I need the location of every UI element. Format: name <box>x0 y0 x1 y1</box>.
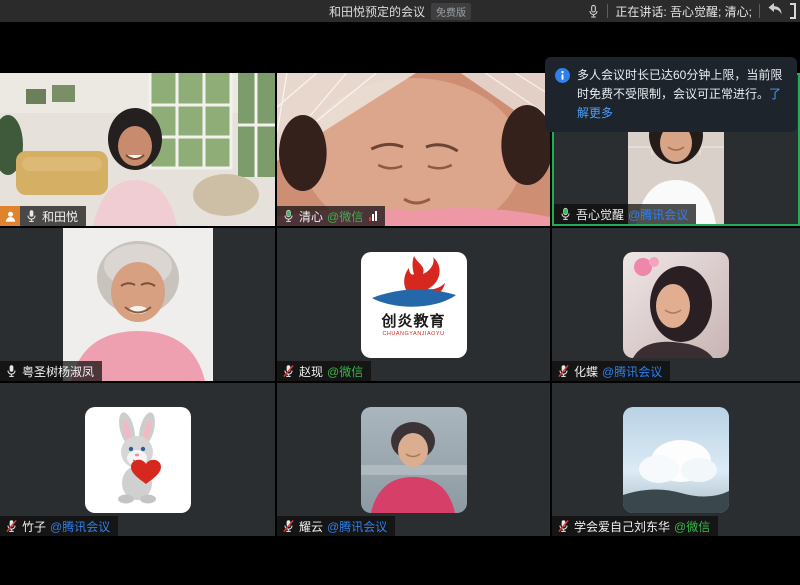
participant-name: 吾心觉醒 <box>576 206 624 223</box>
video-feed-illustration <box>0 73 275 226</box>
titlebar: 和田悦预定的会议 免费版 正在讲话: 吾心觉醒; 清心; <box>0 0 800 22</box>
avatar: 创炎教育 CHUANGYANJIAOYU <box>361 252 467 358</box>
video-tile-yaoyun[interactable]: 耀云@腾讯会议 <box>277 383 550 536</box>
participant-name: 耀云 <box>299 518 323 535</box>
mic-muted-icon <box>557 364 570 378</box>
mic-speaking-icon <box>559 207 572 221</box>
avatar <box>361 407 467 513</box>
platform-suffix: @微信 <box>674 518 710 535</box>
name-label: 清心@微信 <box>277 206 385 226</box>
platform-suffix: @微信 <box>327 363 363 380</box>
logo-subtitle: CHUANGYANJIAOYU <box>382 331 444 337</box>
video-tile-liudonghua[interactable]: 学会爱自己刘东华@微信 <box>552 383 800 536</box>
platform-suffix: @腾讯会议 <box>50 518 110 535</box>
platform-suffix: @腾讯会议 <box>628 206 688 223</box>
avatar <box>85 407 191 513</box>
meeting-window: 和田悦预定的会议 免费版 正在讲话: 吾心觉醒; 清心; <box>0 0 800 585</box>
participant-name: 学会爱自己刘东华 <box>574 518 670 535</box>
company-logo-icon <box>362 252 466 314</box>
mic-muted-icon <box>282 364 295 378</box>
reply-arrow-icon[interactable] <box>767 2 783 21</box>
title-group: 和田悦预定的会议 免费版 <box>329 3 471 20</box>
video-tile-zhaoxian[interactable]: 创炎教育 CHUANGYANJIAOYU 赵现@微信 <box>277 228 550 381</box>
video-tile-hetianyue[interactable]: 和田悦 <box>0 73 275 226</box>
name-label: 吾心觉醒@腾讯会议 <box>554 204 696 224</box>
divider <box>607 4 608 18</box>
name-label: 粤圣树杨淑凤 <box>0 361 102 381</box>
info-icon <box>555 68 570 123</box>
participant-name: 清心 <box>299 208 323 225</box>
name-label: 学会爱自己刘东华@微信 <box>552 516 718 536</box>
video-tile-yangshufeng[interactable]: 粤圣树杨淑凤 <box>0 228 275 381</box>
banner-text: 多人会议时长已达60分钟上限，当前限时免费不受限制，会议可正常进行。了解更多 <box>577 66 787 123</box>
video-feed-illustration <box>63 228 213 381</box>
person-icon <box>4 210 17 223</box>
platform-suffix: @腾讯会议 <box>602 363 662 380</box>
platform-suffix: @腾讯会议 <box>327 518 387 535</box>
mic-speaking-icon <box>282 209 295 223</box>
titlebar-right: 正在讲话: 吾心觉醒; 清心; <box>587 0 796 22</box>
host-badge <box>0 206 20 226</box>
participant-name: 赵现 <box>299 363 323 380</box>
rabbit-illustration <box>85 407 191 513</box>
participant-name: 竹子 <box>22 518 46 535</box>
name-label: 化蝶@腾讯会议 <box>552 361 670 381</box>
video-grid: 和田悦 <box>0 73 800 536</box>
microphone-icon[interactable] <box>587 4 600 19</box>
participant-name: 化蝶 <box>574 363 598 380</box>
banner-message: 多人会议时长已达60分钟上限，当前限时免费不受限制，会议可正常进行。 <box>577 68 782 101</box>
name-label: 赵现@微信 <box>277 361 371 381</box>
platform-suffix: @微信 <box>327 208 363 225</box>
divider <box>759 4 760 18</box>
mic-muted-icon <box>5 519 18 533</box>
mic-muted-icon <box>557 519 570 533</box>
video-tile-qingxin[interactable]: 清心@微信 <box>277 73 550 226</box>
signal-strength-icon <box>369 211 377 221</box>
video-tile-zhuzi[interactable]: 竹子@腾讯会议 <box>0 383 275 536</box>
meeting-title: 和田悦预定的会议 <box>329 3 425 20</box>
avatar-illustration <box>361 407 467 513</box>
logo-title: 创炎教育 <box>381 314 445 329</box>
participant-name: 和田悦 <box>42 208 78 225</box>
sky-illustration <box>623 407 729 513</box>
name-label: 竹子@腾讯会议 <box>0 516 118 536</box>
name-label: 和田悦 <box>0 206 86 226</box>
mic-muted-icon <box>282 519 295 533</box>
mic-on-icon <box>25 209 38 223</box>
avatar <box>623 407 729 513</box>
video-feed-illustration <box>277 73 550 226</box>
name-label: 耀云@腾讯会议 <box>277 516 395 536</box>
speaking-status: 正在讲话: 吾心觉醒; 清心; <box>615 3 752 20</box>
video-tile-huadie[interactable]: 化蝶@腾讯会议 <box>552 228 800 381</box>
participant-name: 粤圣树杨淑凤 <box>22 363 94 380</box>
duration-banner: 多人会议时长已达60分钟上限，当前限时免费不受限制，会议可正常进行。了解更多 <box>545 57 797 132</box>
avatar <box>623 252 729 358</box>
avatar-illustration <box>623 252 729 358</box>
mic-on-icon <box>5 364 18 378</box>
free-version-badge: 免费版 <box>431 3 471 20</box>
exit-fullscreen-icon[interactable] <box>790 3 796 19</box>
